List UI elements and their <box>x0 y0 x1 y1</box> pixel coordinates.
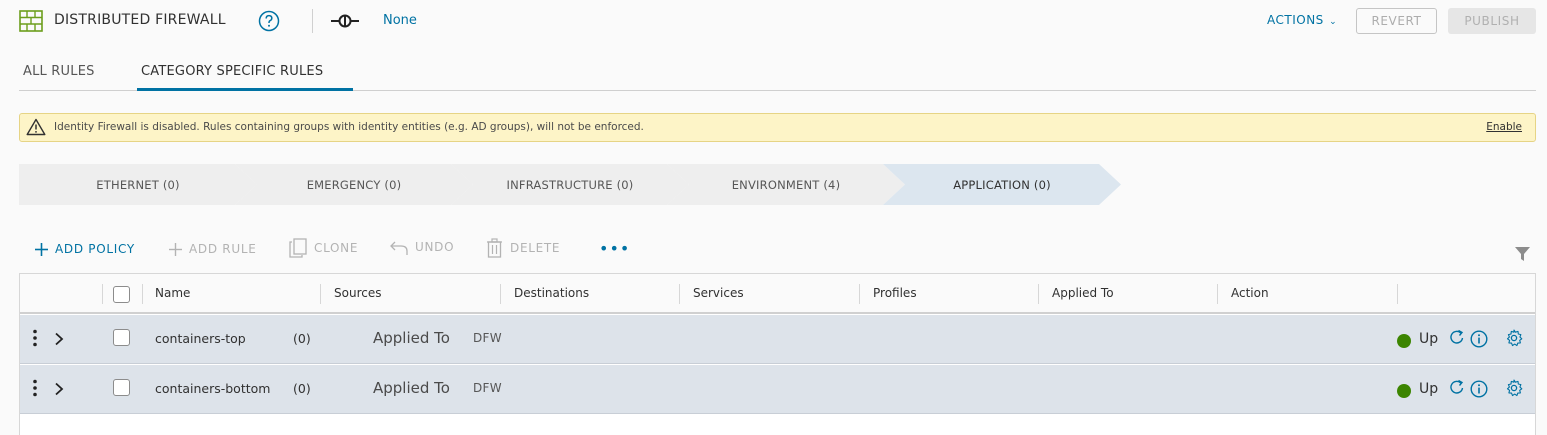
info-icon[interactable] <box>1470 380 1488 402</box>
refresh-icon[interactable] <box>1449 329 1465 349</box>
identity-firewall-warning-banner: Identity Firewall is disabled. Rules con… <box>19 113 1536 142</box>
column-separator <box>859 284 860 304</box>
banner-message: Identity Firewall is disabled. Rules con… <box>54 121 644 133</box>
kebab-icon[interactable] <box>32 379 38 401</box>
rules-tabs: ALL RULES CATEGORY SPECIFIC RULES <box>19 54 1536 91</box>
plus-icon <box>169 242 182 256</box>
grid-header: Name Sources Destinations Services Profi… <box>20 274 1535 314</box>
actions-label: ACTIONS <box>1267 13 1324 27</box>
category-application[interactable]: APPLICATION (0) <box>883 164 1121 205</box>
help-circle-icon[interactable] <box>258 10 280 36</box>
status-indicator <box>1397 384 1411 398</box>
status-text: Up <box>1419 381 1439 397</box>
add-policy-label: ADD POLICY <box>55 242 135 256</box>
publish-button[interactable]: PUBLISH <box>1448 8 1536 34</box>
trash-icon <box>487 238 502 258</box>
connection-icon <box>330 13 360 33</box>
applied-to-value[interactable]: DFW <box>473 331 502 345</box>
status-text: Up <box>1419 331 1439 347</box>
firewall-brick-icon <box>19 10 43 36</box>
connection-value[interactable]: None <box>383 13 417 28</box>
chevron-right-icon[interactable] <box>54 381 64 400</box>
delete-button[interactable]: DELETE <box>486 238 560 258</box>
page-title: DISTRIBUTED FIREWALL <box>54 12 226 28</box>
tab-label: CATEGORY SPECIFIC RULES <box>141 64 324 79</box>
add-policy-button[interactable]: ADD POLICY <box>35 242 135 256</box>
policy-name[interactable]: containers-top <box>155 331 246 346</box>
undo-label: UNDO <box>415 240 455 254</box>
column-header-name[interactable]: Name <box>155 286 190 300</box>
category-environment[interactable]: ENVIRONMENT (4) <box>667 164 905 205</box>
column-header-destinations[interactable]: Destinations <box>514 286 589 300</box>
header-divider <box>312 9 313 33</box>
page-header: DISTRIBUTED FIREWALL None ACTIONS ⌄ REVE… <box>0 0 1547 42</box>
category-ethernet[interactable]: ETHERNET (0) <box>19 164 257 205</box>
warning-triangle-icon <box>26 118 46 140</box>
refresh-icon[interactable] <box>1449 379 1465 399</box>
column-header-services[interactable]: Services <box>693 286 744 300</box>
column-separator <box>1397 284 1398 304</box>
applied-to-value[interactable]: DFW <box>473 381 502 395</box>
column-separator <box>1038 284 1039 304</box>
rule-count: (0) <box>293 331 311 346</box>
gear-icon[interactable] <box>1505 379 1523 401</box>
applied-to-label: Applied To <box>373 379 450 397</box>
row-checkbox[interactable] <box>113 379 130 396</box>
clone-icon <box>289 238 307 258</box>
column-separator <box>1217 284 1218 304</box>
chevron-right-icon[interactable] <box>54 331 64 350</box>
policy-row[interactable]: containers-top (0) Applied To DFW Up <box>20 315 1535 364</box>
rule-count: (0) <box>293 381 311 396</box>
column-separator <box>102 284 103 304</box>
clone-button[interactable]: CLONE <box>289 238 358 258</box>
category-tabs: ETHERNET (0) EMERGENCY (0) INFRASTRUCTUR… <box>19 164 1139 205</box>
tab-category-specific-rules[interactable]: CATEGORY SPECIFIC RULES <box>137 64 353 91</box>
column-header-action[interactable]: Action <box>1231 286 1269 300</box>
column-separator <box>320 284 321 304</box>
add-rule-label: ADD RULE <box>189 242 257 256</box>
revert-button[interactable]: REVERT <box>1356 8 1437 34</box>
more-options-button[interactable]: ••• <box>599 239 630 258</box>
column-separator <box>142 284 143 304</box>
tab-all-rules[interactable]: ALL RULES <box>23 64 95 79</box>
undo-button[interactable]: UNDO <box>390 238 454 256</box>
policy-name[interactable]: containers-bottom <box>155 381 270 396</box>
column-separator <box>500 284 501 304</box>
column-header-applied-to[interactable]: Applied To <box>1052 286 1114 300</box>
column-separator <box>679 284 680 304</box>
rules-grid: Name Sources Destinations Services Profi… <box>19 273 1536 435</box>
info-icon[interactable] <box>1470 330 1488 352</box>
plus-icon <box>35 242 48 256</box>
chevron-down-icon: ⌄ <box>1325 17 1338 27</box>
filter-icon[interactable] <box>1515 246 1530 265</box>
clone-label: CLONE <box>314 241 359 255</box>
enable-identity-firewall-link[interactable]: Enable <box>1486 121 1522 133</box>
applied-to-label: Applied To <box>373 329 450 347</box>
select-all-checkbox[interactable] <box>113 286 130 303</box>
policy-toolbar: ADD POLICY ADD RULE CLONE UNDO DELETE ••… <box>19 237 1536 263</box>
gear-icon[interactable] <box>1505 329 1523 351</box>
category-emergency[interactable]: EMERGENCY (0) <box>235 164 473 205</box>
add-rule-button[interactable]: ADD RULE <box>169 242 257 256</box>
column-header-profiles[interactable]: Profiles <box>873 286 917 300</box>
status-indicator <box>1397 334 1411 348</box>
delete-label: DELETE <box>510 241 561 255</box>
column-header-sources[interactable]: Sources <box>334 286 381 300</box>
undo-icon <box>390 241 408 255</box>
kebab-icon[interactable] <box>32 329 38 351</box>
policy-row[interactable]: containers-bottom (0) Applied To DFW Up <box>20 365 1535 414</box>
row-checkbox[interactable] <box>113 329 130 346</box>
actions-menu[interactable]: ACTIONS ⌄ <box>1267 13 1337 27</box>
category-infrastructure[interactable]: INFRASTRUCTURE (0) <box>451 164 689 205</box>
